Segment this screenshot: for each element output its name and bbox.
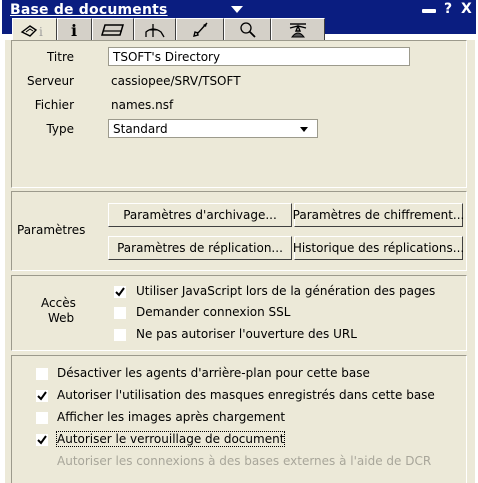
titre-label: Titre	[46, 50, 74, 64]
saved-forms-label[interactable]: Autoriser l'utilisation des masques enre…	[57, 388, 435, 402]
images-after-load-checkbox[interactable]	[36, 412, 48, 424]
propeller-hat-icon	[289, 22, 307, 37]
type-label: Type	[46, 122, 74, 136]
replication-button[interactable]: Paramètres de réplication...	[108, 236, 292, 260]
panel-title[interactable]: Base de documents	[10, 2, 168, 18]
tab-search[interactable]	[224, 18, 271, 40]
tab-print[interactable]	[92, 18, 134, 40]
magnifier-icon	[239, 21, 256, 38]
type-select[interactable]: Standard	[108, 119, 318, 138]
close-button[interactable]: X	[461, 1, 472, 17]
rocket-icon	[193, 22, 208, 37]
checkmark-icon	[115, 287, 125, 297]
tab-details[interactable]: i	[57, 18, 92, 40]
url-option-label[interactable]: Ne pas autoriser l'ouverture des URL	[136, 327, 357, 341]
ssl-checkbox[interactable]	[114, 307, 126, 319]
fichier-value: names.nsf	[111, 98, 174, 112]
checkmark-icon	[37, 435, 47, 445]
chiffrement-button[interactable]: Paramètres de chiffrement...	[293, 203, 464, 227]
acces-label: Accès	[41, 296, 76, 310]
document-locking-label[interactable]: Autoriser le verrouillage de document	[55, 431, 286, 447]
tab-design[interactable]	[134, 18, 176, 40]
serveur-value: cassiopee/SRV/TSOFT	[111, 74, 241, 88]
disable-agents-label[interactable]: Désactiver les agents d'arrière-plan pou…	[57, 366, 370, 380]
tab-advanced[interactable]	[271, 18, 325, 40]
historique-button[interactable]: Historique des réplications...	[293, 236, 464, 260]
dcr-checkbox	[36, 456, 48, 468]
panel-type-dropdown-arrow-icon[interactable]	[231, 6, 243, 13]
svg-text:i: i	[39, 25, 43, 38]
svg-text:i: i	[71, 22, 77, 38]
tab-info[interactable]: i	[12, 18, 57, 42]
url-checkbox[interactable]	[114, 329, 126, 341]
serveur-label: Serveur	[27, 74, 74, 88]
titre-input[interactable]: TSOFT's Directory	[108, 47, 410, 66]
type-select-value: Standard	[113, 122, 168, 136]
printer-icon	[100, 23, 125, 36]
images-after-load-label[interactable]: Afficher les images après chargement	[57, 410, 285, 424]
parametres-label: Paramètres	[17, 223, 86, 237]
panel-body: Titre TSOFT's Directory Serveur cassiope…	[4, 40, 475, 483]
minimize-icon[interactable]	[422, 9, 436, 13]
dcr-label: Autoriser les connexions à des bases ext…	[57, 454, 432, 468]
info-group: Titre TSOFT's Directory Serveur cassiope…	[11, 40, 467, 188]
fichier-label: Fichier	[34, 98, 74, 112]
tab-launch[interactable]	[176, 18, 224, 40]
javascript-option-label[interactable]: Utiliser JavaScript lors de la génératio…	[136, 284, 435, 298]
options-group: Désactiver les agents d'arrière-plan pou…	[11, 355, 467, 483]
chevron-down-icon[interactable]	[300, 127, 308, 132]
archivage-button[interactable]: Paramètres d'archivage...	[108, 203, 292, 227]
web-label: Web	[48, 311, 75, 325]
javascript-checkbox[interactable]	[114, 286, 126, 298]
disable-agents-checkbox[interactable]	[36, 368, 48, 380]
saved-forms-checkbox[interactable]	[36, 390, 48, 402]
parametres-group: Paramètres Paramètres d'archivage... Par…	[11, 191, 467, 271]
acces-web-group: Accès Web Utiliser JavaScript lors de la…	[11, 275, 467, 351]
ssl-option-label[interactable]: Demander connexion SSL	[136, 305, 290, 319]
database-properties-panel: Base de documents ? X i i Titre TSOFT's …	[2, 0, 476, 483]
ruler-icon	[145, 23, 165, 37]
info-icon: i	[71, 22, 77, 38]
help-button[interactable]: ?	[444, 1, 452, 17]
checkmark-icon	[37, 391, 47, 401]
info-cone-icon: i	[20, 25, 43, 38]
document-locking-checkbox[interactable]	[36, 434, 48, 446]
